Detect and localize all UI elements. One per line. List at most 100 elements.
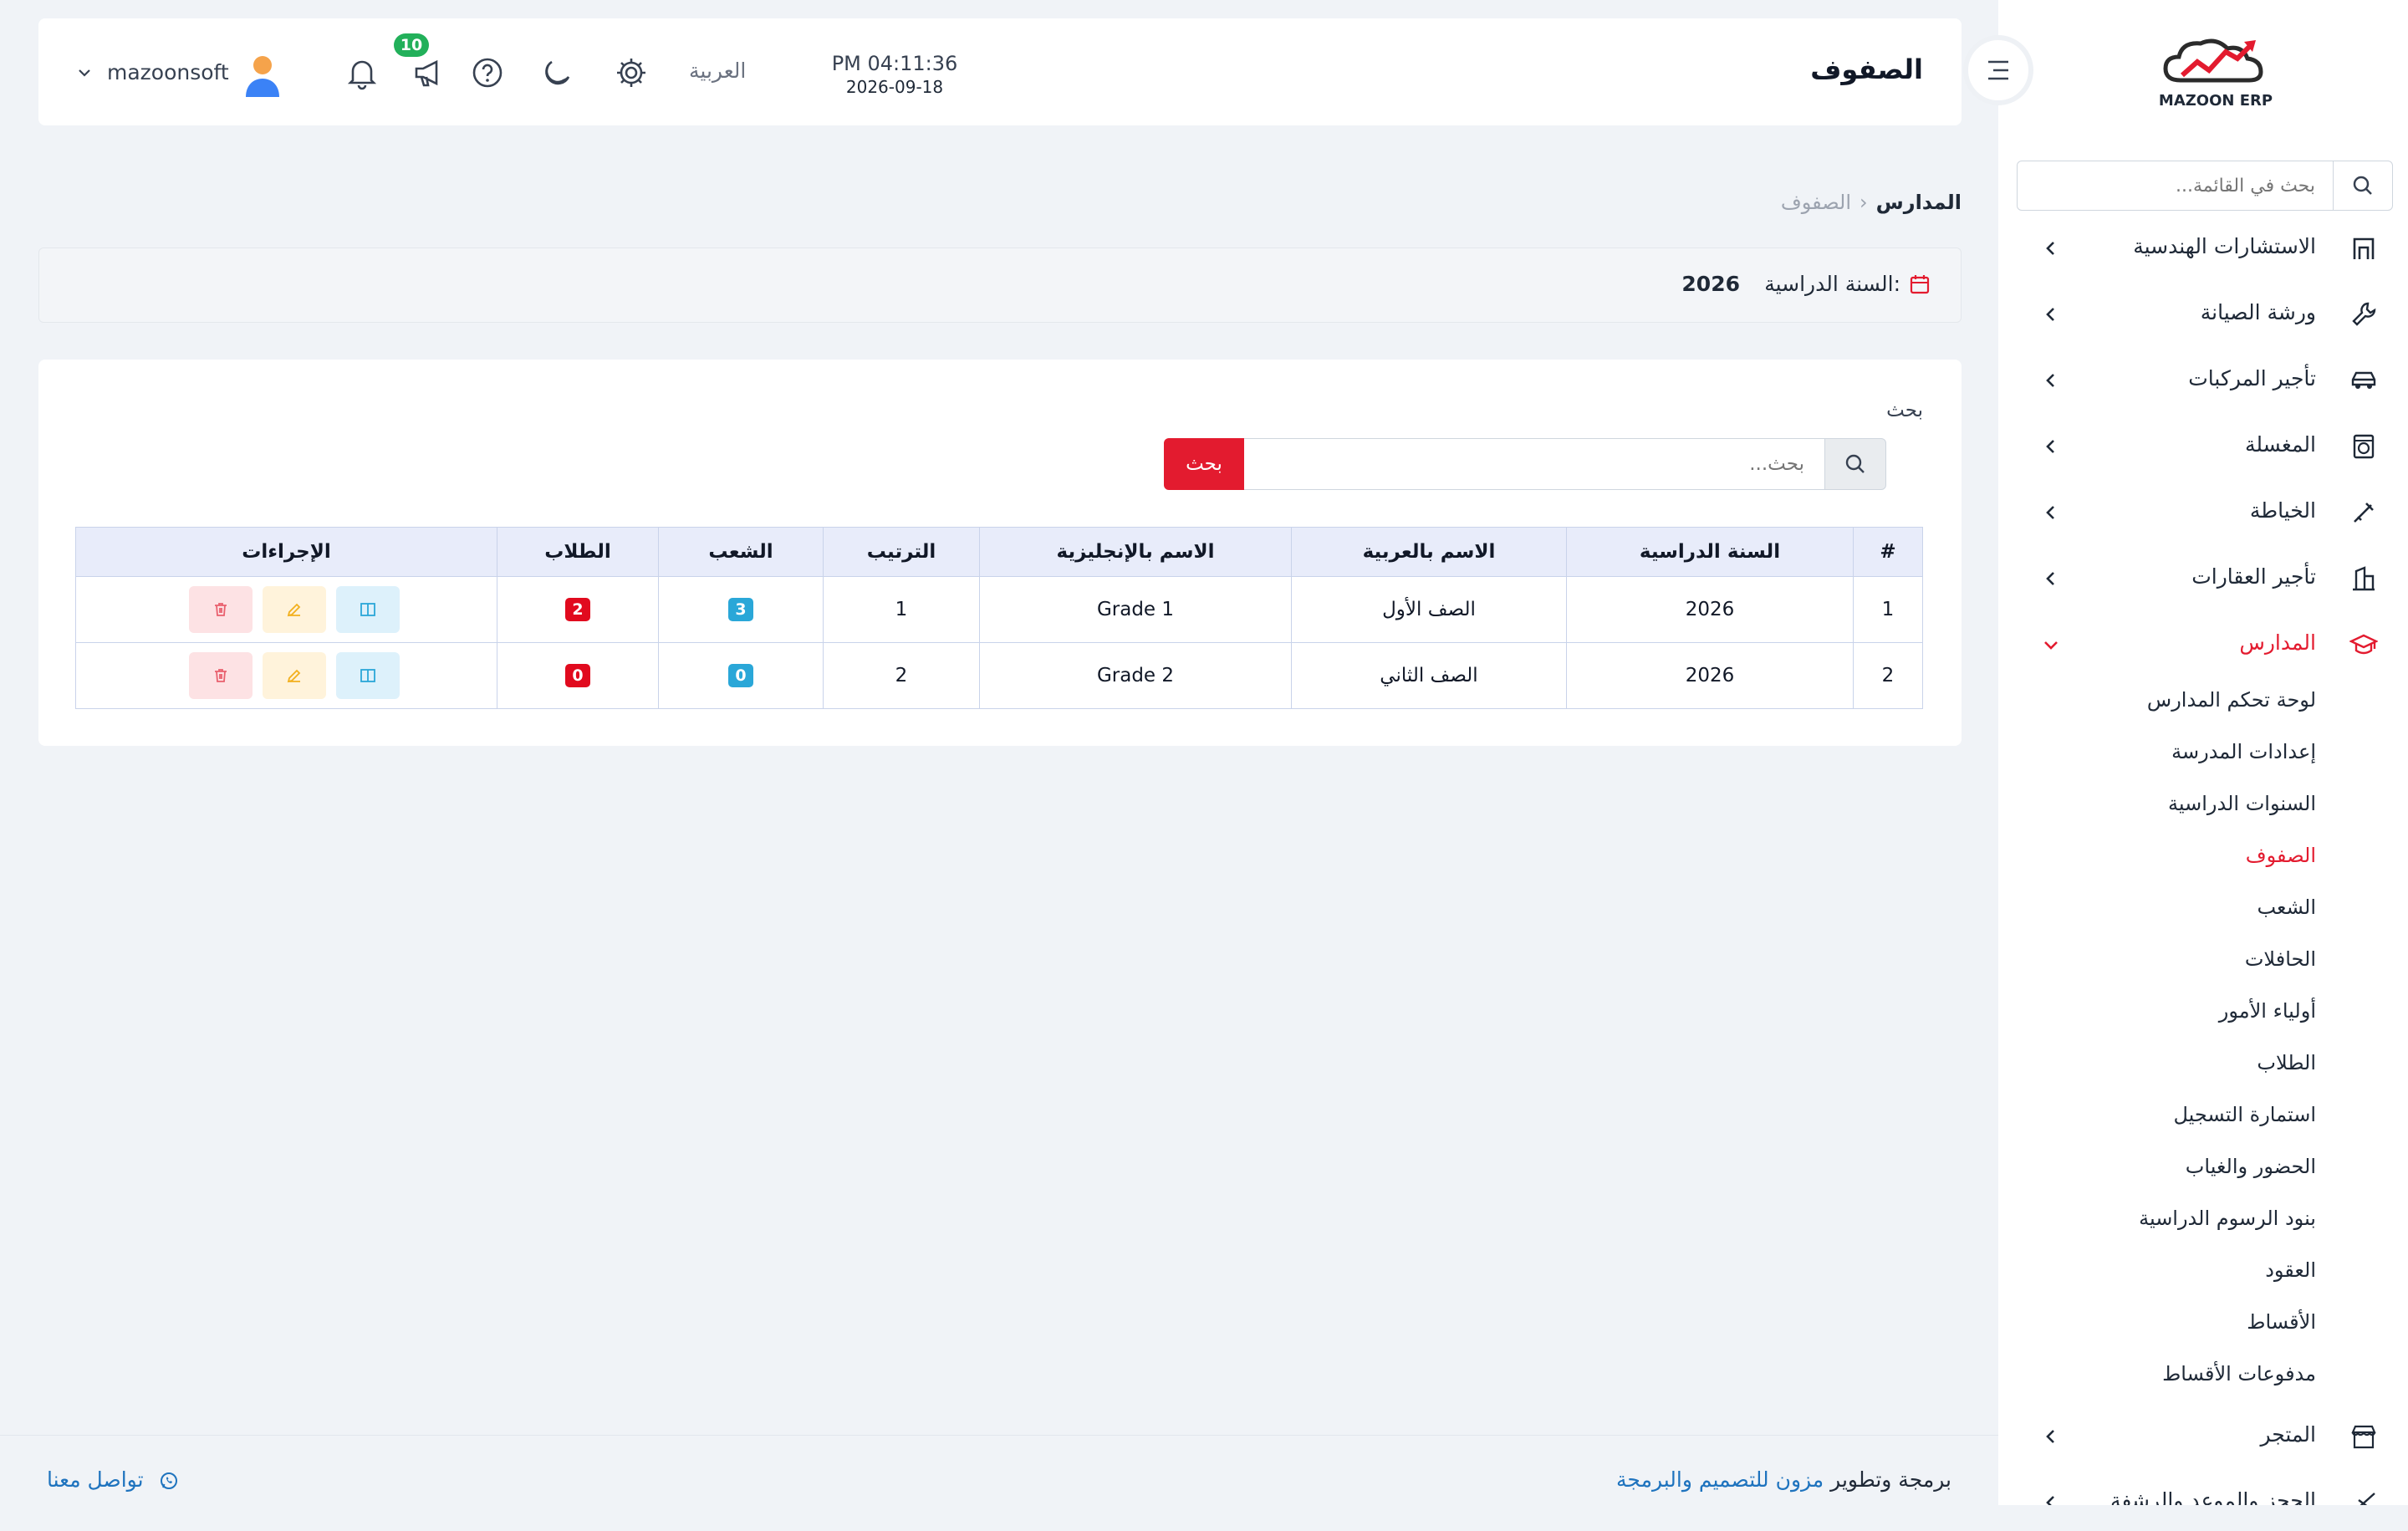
sidebar-item-label: ورشة الصيانة [2200, 300, 2316, 324]
bell-icon[interactable] [344, 55, 380, 90]
sidebar-item-tailoring[interactable]: الخياطة [1998, 480, 2408, 546]
credit-prefix: برمجة وتطوير [1830, 1467, 1951, 1492]
submenu-item-label: الصفوف [2245, 844, 2316, 867]
edit-button[interactable] [263, 652, 326, 699]
username[interactable]: mazoonsoft [107, 60, 229, 84]
needle-icon [2354, 503, 2374, 523]
edit-button[interactable] [263, 586, 326, 633]
mazoon-logo[interactable]: MAZOON ERP [2149, 33, 2283, 117]
cell-name-ar: الصف الأول [1291, 576, 1567, 643]
column-header[interactable]: الترتيب [823, 527, 980, 577]
cell-name-en: Grade 2 [979, 642, 1292, 709]
language-switcher[interactable]: العربية [689, 59, 746, 83]
view-button[interactable] [336, 586, 400, 633]
table-row: 2 2026 الصف الثاني Grade 2 2 0 0 [75, 642, 1923, 709]
search-icon [1824, 438, 1886, 490]
submenu-item[interactable]: الحافلات [1998, 937, 2408, 989]
submenu-item-label: الحافلات [2244, 947, 2316, 971]
cell-order: 2 [823, 642, 980, 709]
students-count-badge: 2 [565, 598, 590, 621]
car-icon [2351, 371, 2376, 389]
pencil-icon [287, 603, 301, 617]
submenu-item[interactable]: العقود [1998, 1248, 2408, 1300]
submenu-item[interactable]: أولياء الأمور [1998, 989, 2408, 1041]
page-title: الصفوف [1810, 54, 1923, 85]
chevron-down-icon[interactable] [77, 65, 92, 80]
contact-link[interactable]: تواصل معنا [47, 1467, 179, 1492]
logo-text: MAZOON ERP [2158, 92, 2273, 110]
cloud-chart-logo-icon [2163, 38, 2263, 83]
submenu-item[interactable]: بنود الرسوم الدراسية [1998, 1197, 2408, 1248]
cell-name-en: Grade 1 [979, 576, 1292, 643]
sidebar-item-label: المغسلة [2244, 432, 2316, 457]
submenu-item-active[interactable]: الصفوف [1998, 834, 2408, 885]
cell-students: 0 [497, 642, 659, 709]
sidebar-item-label: تأجير العقارات [2191, 564, 2316, 589]
search-button[interactable]: بحث [1164, 438, 1244, 490]
breadcrumb-separator: ‹ [1860, 191, 1868, 214]
sidebar-item-engineering[interactable]: الاستشارات الهندسية [1998, 216, 2408, 282]
gear-icon[interactable] [614, 55, 649, 90]
sidebar-search [2017, 161, 2393, 211]
apartment-icon [2353, 566, 2375, 591]
breadcrumb: المدارس ‹ الصفوف [1781, 191, 1962, 214]
store-icon [2351, 1425, 2376, 1449]
delete-button[interactable] [189, 586, 253, 633]
search-icon[interactable] [2333, 161, 2392, 210]
submenu-item-label: استمارة التسجيل [2173, 1103, 2316, 1126]
column-header[interactable]: الاسم بالإنجليزية [979, 527, 1292, 577]
schools-submenu: لوحة تحكم المدارس إعدادات المدرسة السنوا… [1998, 678, 2408, 1404]
sidebar-item-store[interactable]: المتجر [1998, 1404, 2408, 1470]
submenu-item[interactable]: مدفوعات الأقساط [1998, 1352, 2408, 1404]
menu-icon [1988, 60, 2008, 80]
breadcrumb-parent[interactable]: المدارس [1876, 191, 1962, 214]
sidebar-search-input[interactable] [2038, 170, 2317, 202]
megaphone-icon[interactable] [411, 55, 446, 90]
column-header[interactable]: السنة الدراسية [1566, 527, 1854, 577]
search-input[interactable] [1206, 438, 1824, 490]
delete-button[interactable] [189, 652, 253, 699]
cell-number: 2 [1853, 642, 1923, 709]
sidebar-item-schools[interactable]: المدارس [1998, 612, 2408, 678]
sidebar-item-real-estate[interactable]: تأجير العقارات [1998, 546, 2408, 612]
submenu-item[interactable]: الحضور والغياب [1998, 1145, 2408, 1197]
submenu-item-label: لوحة تحكم المدارس [2146, 688, 2316, 712]
whatsapp-icon [160, 1472, 177, 1489]
submenu-item[interactable]: الشعب [1998, 885, 2408, 937]
top-header: الصفوف PM 04:11:36 2026-09-18 العربية 10… [38, 18, 1962, 125]
sidebar-item-label: المدارس [2239, 630, 2316, 655]
breadcrumb-current: الصفوف [1780, 191, 1852, 214]
sidebar-item-salon[interactable]: الحجز والموعد والرشفة [1998, 1470, 2408, 1505]
table-row: 1 2026 الصف الأول Grade 1 1 3 2 [75, 576, 1923, 643]
avatar[interactable] [242, 54, 283, 97]
submenu-item[interactable]: الطلاب [1998, 1041, 2408, 1093]
submenu-item-label: مدفوعات الأقساط [2162, 1362, 2316, 1386]
chevron-left-icon [2046, 1430, 2054, 1443]
cell-number: 1 [1853, 576, 1923, 643]
column-header[interactable]: الاسم بالعربية [1291, 527, 1567, 577]
submenu-item[interactable]: السنوات الدراسية [1998, 782, 2408, 834]
help-icon[interactable] [470, 55, 505, 90]
sidebar-item-maintenance[interactable]: ورشة الصيانة [1998, 282, 2408, 348]
credit-brand-link[interactable]: مزون للتصميم والبرمجة [1616, 1467, 1824, 1492]
submenu-item-label: العقود [2265, 1258, 2316, 1282]
grades-table: # السنة الدراسية الاسم بالعربية الاسم با… [75, 527, 1923, 709]
cell-order: 1 [823, 576, 980, 643]
trash-icon [215, 603, 227, 616]
sidebar-item-laundry[interactable]: المغسلة [1998, 414, 2408, 480]
search-group [1164, 438, 1886, 490]
view-button[interactable] [336, 652, 400, 699]
sidebar-item-car-rental[interactable]: تأجير المركبات [1998, 348, 2408, 414]
column-header[interactable]: # [1853, 527, 1923, 577]
submenu-item[interactable]: إعدادات المدرسة [1998, 730, 2408, 782]
submenu-item[interactable]: لوحة تحكم المدارس [1998, 678, 2408, 730]
sections-count-badge: 3 [728, 598, 753, 621]
column-header[interactable]: الشعب [658, 527, 824, 577]
column-header[interactable]: الطلاب [497, 527, 659, 577]
sidebar-menu: الاستشارات الهندسية ورشة الصيانة تأجير ا… [1998, 216, 2408, 1505]
moon-icon[interactable] [540, 55, 575, 90]
submenu-item[interactable]: الأقساط [1998, 1300, 2408, 1352]
row-actions [77, 578, 496, 641]
submenu-item[interactable]: استمارة التسجيل [1998, 1093, 2408, 1145]
sidebar-toggle-button[interactable] [1963, 35, 2033, 105]
